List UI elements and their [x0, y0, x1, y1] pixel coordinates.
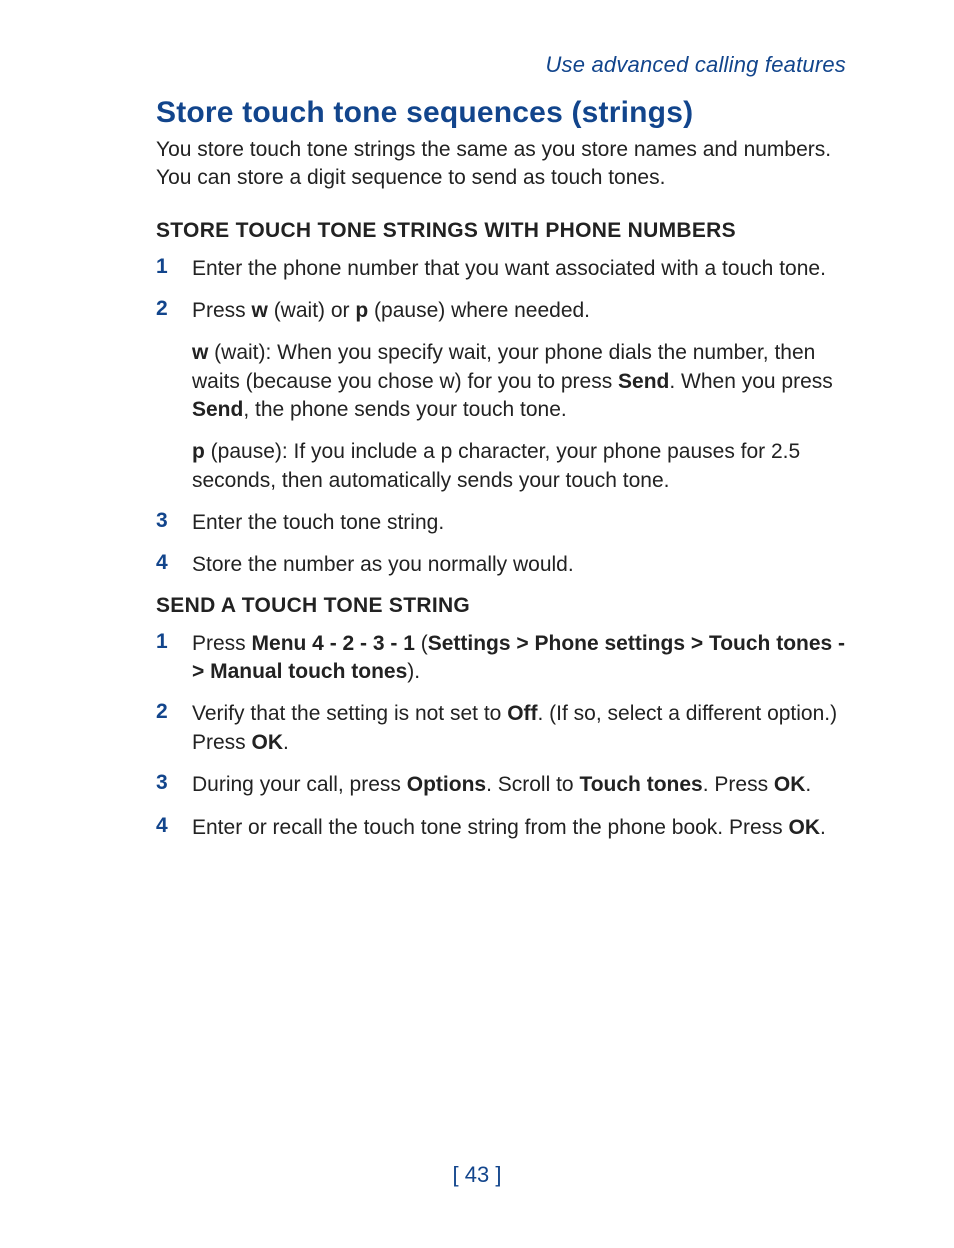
- step-text: (wait) or: [268, 299, 356, 322]
- key-ok: OK: [774, 773, 806, 796]
- step-text: .: [283, 731, 289, 754]
- step-text: (: [415, 632, 428, 655]
- step-text: ).: [407, 660, 420, 683]
- step-number: 3: [156, 771, 172, 799]
- step-body: Enter the touch tone string.: [192, 509, 444, 537]
- step-text: Enter the phone number that you want ass…: [192, 257, 826, 280]
- subheading-store: STORE TOUCH TONE STRINGS WITH PHONE NUMB…: [156, 219, 846, 243]
- running-head: Use advanced calling features: [156, 52, 846, 78]
- step-text: Store the number as you normally would.: [192, 553, 574, 576]
- key-send: Send: [618, 370, 669, 393]
- key-off: Off: [507, 702, 537, 725]
- list-item: 1 Enter the phone number that you want a…: [156, 255, 846, 283]
- key-w: w: [252, 299, 268, 322]
- page-number: [ 43 ]: [0, 1162, 954, 1188]
- key-ok: OK: [789, 816, 821, 839]
- step-body: Verify that the setting is not set to Of…: [192, 700, 846, 757]
- key-send: Send: [192, 398, 243, 421]
- step-text: Verify that the setting is not set to: [192, 702, 507, 725]
- step-text: . When you press: [669, 370, 832, 393]
- key-p: p: [192, 440, 205, 463]
- step-body: During your call, press Options. Scroll …: [192, 771, 811, 799]
- step-body: Store the number as you normally would.: [192, 551, 574, 579]
- step-number: 4: [156, 551, 172, 579]
- key-touch-tones: Touch tones: [579, 773, 702, 796]
- step-body: Press w (wait) or p (pause) where needed…: [192, 297, 846, 495]
- list-item: 3 During your call, press Options. Scrol…: [156, 771, 846, 799]
- step-number: 3: [156, 509, 172, 537]
- key-ok: OK: [252, 731, 284, 754]
- step-text: Enter or recall the touch tone string fr…: [192, 816, 789, 839]
- step-text: Press: [192, 632, 252, 655]
- step-number: 2: [156, 297, 172, 495]
- list-item: 2 Verify that the setting is not set to …: [156, 700, 846, 757]
- list-item: 2 Press w (wait) or p (pause) where need…: [156, 297, 846, 495]
- list-item: 1 Press Menu 4 - 2 - 3 - 1 (Settings > P…: [156, 630, 846, 687]
- step-text: .: [805, 773, 811, 796]
- steps-send: 1 Press Menu 4 - 2 - 3 - 1 (Settings > P…: [156, 630, 846, 842]
- list-item: 4 Enter or recall the touch tone string …: [156, 814, 846, 842]
- step-number: 1: [156, 630, 172, 687]
- subheading-send: SEND A TOUCH TONE STRING: [156, 594, 846, 618]
- step-text: (pause): If you include a p character, y…: [192, 440, 800, 491]
- key-w: w: [192, 341, 208, 364]
- step-body: Press Menu 4 - 2 - 3 - 1 (Settings > Pho…: [192, 630, 846, 687]
- key-p: p: [355, 299, 368, 322]
- step-text: Press: [192, 299, 252, 322]
- step-number: 1: [156, 255, 172, 283]
- list-item: 4 Store the number as you normally would…: [156, 551, 846, 579]
- intro-paragraph: You store touch tone strings the same as…: [156, 136, 846, 193]
- manual-page: Use advanced calling features Store touc…: [0, 0, 954, 1248]
- step-body: Enter or recall the touch tone string fr…: [192, 814, 826, 842]
- step-text: , the phone sends your touch tone.: [243, 398, 566, 421]
- step-text: .: [820, 816, 826, 839]
- step-text: (pause) where needed.: [368, 299, 590, 322]
- step-number: 2: [156, 700, 172, 757]
- step-text: . Press: [703, 773, 774, 796]
- step-text: During your call, press: [192, 773, 407, 796]
- step-text: Enter the touch tone string.: [192, 511, 444, 534]
- menu-path: Menu 4 - 2 - 3 - 1: [252, 632, 415, 655]
- list-item: 3 Enter the touch tone string.: [156, 509, 846, 537]
- key-options: Options: [407, 773, 486, 796]
- steps-store: 1 Enter the phone number that you want a…: [156, 255, 846, 580]
- step-text: . Scroll to: [486, 773, 579, 796]
- step-number: 4: [156, 814, 172, 842]
- page-title: Store touch tone sequences (strings): [156, 96, 846, 130]
- step-body: Enter the phone number that you want ass…: [192, 255, 826, 283]
